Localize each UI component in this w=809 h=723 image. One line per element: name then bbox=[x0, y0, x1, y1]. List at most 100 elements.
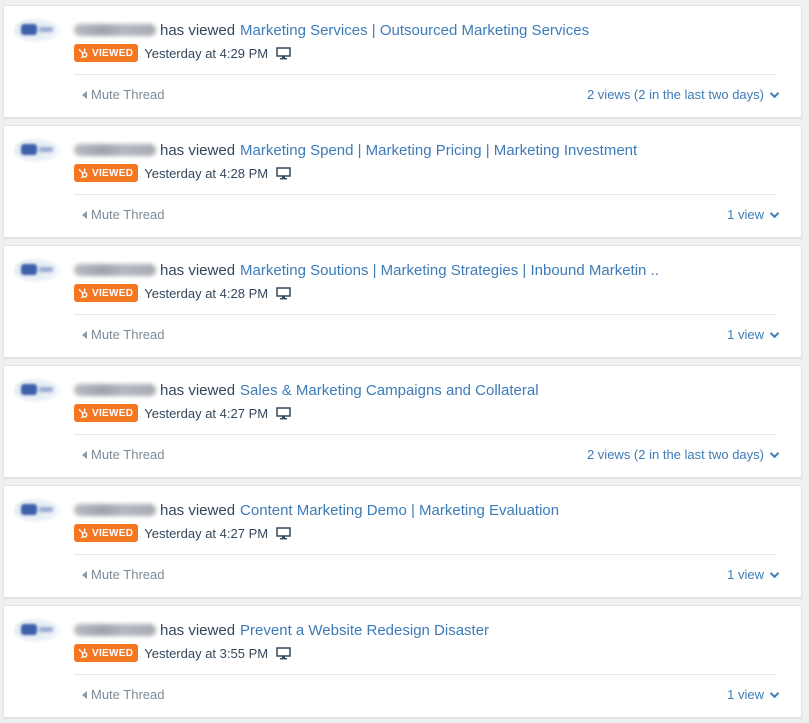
activity-meta: VIEWED Yesterday at 3:55 PM bbox=[74, 643, 291, 663]
activity-verb: has viewed bbox=[160, 381, 236, 399]
activity-meta: VIEWED Yesterday at 4:29 PM bbox=[74, 43, 291, 63]
company-logo-avatar bbox=[14, 137, 62, 163]
desktop-monitor-icon bbox=[276, 646, 291, 659]
mute-thread-button[interactable]: Mute Thread bbox=[82, 567, 164, 582]
activity-card: has viewed Marketing Services | Outsourc… bbox=[3, 5, 802, 118]
viewed-page-link[interactable]: Marketing Services | Outsourced Marketin… bbox=[240, 22, 589, 39]
chevron-down-icon bbox=[769, 331, 780, 338]
viewed-badge-label: VIEWED bbox=[92, 47, 134, 59]
card-divider bbox=[74, 194, 777, 195]
views-toggle[interactable]: 1 view bbox=[727, 207, 780, 222]
company-logo-avatar bbox=[14, 617, 62, 643]
desktop-monitor-icon bbox=[276, 166, 291, 179]
activity-verb: has viewed bbox=[160, 261, 236, 279]
views-count-label: 2 views (2 in the last two days) bbox=[586, 447, 764, 462]
chevron-down-icon bbox=[769, 691, 780, 698]
card-divider bbox=[74, 314, 777, 315]
mute-thread-button[interactable]: Mute Thread bbox=[82, 447, 164, 462]
views-count-label: 1 view bbox=[727, 567, 764, 582]
card-divider bbox=[74, 434, 777, 435]
activity-verb: has viewed bbox=[160, 501, 236, 519]
views-toggle[interactable]: 1 view bbox=[727, 327, 780, 342]
chevron-down-icon bbox=[769, 211, 780, 218]
viewed-page-link[interactable]: Marketing Soutions | Marketing Strategie… bbox=[240, 262, 659, 279]
activity-feed: has viewed Marketing Services | Outsourc… bbox=[0, 0, 809, 723]
activity-timestamp: Yesterday at 3:55 PM bbox=[144, 645, 269, 661]
activity-timestamp: Yesterday at 4:28 PM bbox=[144, 165, 269, 181]
activity-verb: has viewed bbox=[160, 21, 236, 39]
activity-headline: has viewed Prevent a Website Redesign Di… bbox=[74, 620, 489, 640]
caret-left-icon bbox=[82, 450, 87, 459]
card-divider bbox=[74, 554, 777, 555]
activity-meta: VIEWED Yesterday at 4:28 PM bbox=[74, 163, 291, 183]
caret-left-icon bbox=[82, 690, 87, 699]
viewed-page-link[interactable]: Content Marketing Demo | Marketing Evalu… bbox=[240, 502, 559, 519]
caret-left-icon bbox=[82, 210, 87, 219]
activity-card: has viewed Marketing Soutions | Marketin… bbox=[3, 245, 802, 358]
redacted-contact-name[interactable] bbox=[74, 384, 156, 396]
redacted-contact-name[interactable] bbox=[74, 624, 156, 636]
hubspot-sprocket-icon bbox=[78, 287, 88, 298]
activity-headline: has viewed Marketing Services | Outsourc… bbox=[74, 20, 589, 40]
mute-thread-label: Mute Thread bbox=[91, 327, 165, 342]
card-divider bbox=[74, 674, 777, 675]
viewed-page-link[interactable]: Sales & Marketing Campaigns and Collater… bbox=[240, 382, 538, 399]
activity-card: has viewed Content Marketing Demo | Mark… bbox=[3, 485, 802, 598]
activity-card: has viewed Prevent a Website Redesign Di… bbox=[3, 605, 802, 718]
hubspot-sprocket-icon bbox=[78, 647, 88, 658]
activity-headline: has viewed Marketing Spend | Marketing P… bbox=[74, 140, 637, 160]
activity-timestamp: Yesterday at 4:27 PM bbox=[144, 405, 269, 421]
viewed-badge: VIEWED bbox=[74, 284, 139, 302]
activity-meta: VIEWED Yesterday at 4:27 PM bbox=[74, 403, 291, 423]
activity-meta: VIEWED Yesterday at 4:28 PM bbox=[74, 283, 291, 303]
views-toggle[interactable]: 1 view bbox=[727, 567, 780, 582]
redacted-contact-name[interactable] bbox=[74, 504, 156, 516]
company-logo-avatar bbox=[14, 257, 62, 283]
desktop-monitor-icon bbox=[276, 46, 291, 59]
views-toggle[interactable]: 1 view bbox=[727, 687, 780, 702]
activity-verb: has viewed bbox=[160, 141, 236, 159]
company-logo-avatar bbox=[14, 497, 62, 523]
viewed-badge-label: VIEWED bbox=[92, 527, 134, 539]
activity-headline: has viewed Marketing Soutions | Marketin… bbox=[74, 260, 659, 280]
viewed-badge-label: VIEWED bbox=[92, 647, 134, 659]
redacted-contact-name[interactable] bbox=[74, 144, 156, 156]
viewed-badge: VIEWED bbox=[74, 524, 139, 542]
redacted-contact-name[interactable] bbox=[74, 264, 156, 276]
desktop-monitor-icon bbox=[276, 286, 291, 299]
caret-left-icon bbox=[82, 330, 87, 339]
activity-verb: has viewed bbox=[160, 621, 236, 639]
viewed-badge-label: VIEWED bbox=[92, 407, 134, 419]
card-divider bbox=[74, 74, 777, 75]
activity-meta: VIEWED Yesterday at 4:27 PM bbox=[74, 523, 291, 543]
company-logo-avatar bbox=[14, 377, 62, 403]
hubspot-sprocket-icon bbox=[78, 167, 88, 178]
viewed-badge: VIEWED bbox=[74, 404, 139, 422]
mute-thread-button[interactable]: Mute Thread bbox=[82, 327, 164, 342]
mute-thread-label: Mute Thread bbox=[91, 207, 165, 222]
views-count-label: 1 view bbox=[727, 327, 764, 342]
activity-card: has viewed Marketing Spend | Marketing P… bbox=[3, 125, 802, 238]
activity-headline: has viewed Content Marketing Demo | Mark… bbox=[74, 500, 559, 520]
views-toggle[interactable]: 2 views (2 in the last two days) bbox=[587, 447, 780, 462]
viewed-badge-label: VIEWED bbox=[92, 167, 134, 179]
mute-thread-button[interactable]: Mute Thread bbox=[82, 87, 164, 102]
viewed-page-link[interactable]: Prevent a Website Redesign Disaster bbox=[240, 622, 489, 639]
mute-thread-label: Mute Thread bbox=[91, 687, 165, 702]
views-toggle[interactable]: 2 views (2 in the last two days) bbox=[587, 87, 780, 102]
mute-thread-button[interactable]: Mute Thread bbox=[82, 207, 164, 222]
activity-card: has viewed Sales & Marketing Campaigns a… bbox=[3, 365, 802, 478]
views-count-label: 2 views (2 in the last two days) bbox=[586, 87, 764, 102]
viewed-badge: VIEWED bbox=[74, 644, 139, 662]
hubspot-sprocket-icon bbox=[78, 527, 88, 538]
chevron-down-icon bbox=[769, 571, 780, 578]
chevron-down-icon bbox=[769, 91, 780, 98]
viewed-page-link[interactable]: Marketing Spend | Marketing Pricing | Ma… bbox=[240, 142, 637, 159]
mute-thread-button[interactable]: Mute Thread bbox=[82, 687, 164, 702]
hubspot-sprocket-icon bbox=[78, 407, 88, 418]
desktop-monitor-icon bbox=[276, 526, 291, 539]
views-count-label: 1 view bbox=[727, 207, 764, 222]
mute-thread-label: Mute Thread bbox=[91, 447, 165, 462]
redacted-contact-name[interactable] bbox=[74, 24, 156, 36]
viewed-badge: VIEWED bbox=[74, 44, 139, 62]
